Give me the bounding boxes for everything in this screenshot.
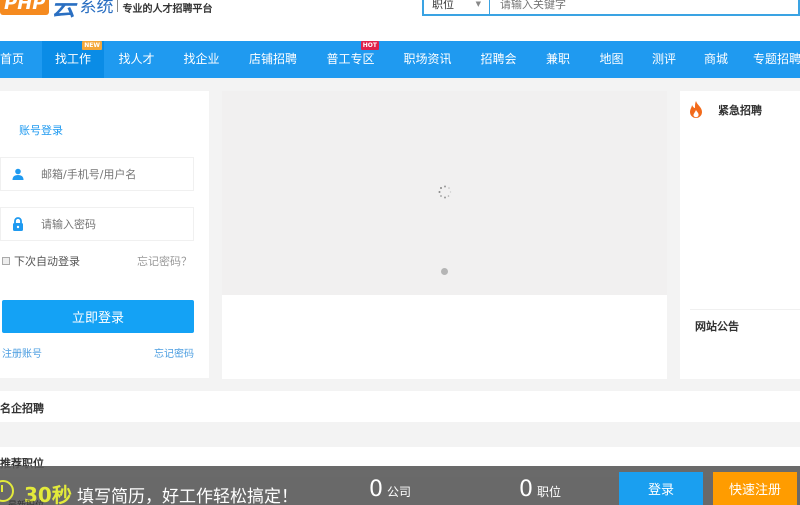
hot-badge: HOT [360,41,379,50]
urgent-jobs-header: 紧急招聘 [688,101,762,119]
main-nav: 首页 找工作 NEW 找人才 找企业 店铺招聘 普工专区 HOT 职场资讯 招聘会 兼职 地图 测评 商城… [0,41,800,78]
nav-item[interactable]: 找人才 [104,41,169,78]
site-header: PHP 云 系统 专业的人才招聘平台 职位 ▼ [0,0,800,41]
logo-system-text: 系统 [79,0,114,17]
banner-sub-area [222,295,667,379]
login-panel: 账号登录 下次自动登录 忘记密码？ 立即登录 注册账号 忘记密码 [0,91,209,378]
nav-item[interactable]: 专题招聘 [742,41,800,78]
forgot-password-link[interactable]: 忘记密码？ [137,253,192,269]
job-count: 0 职位 [519,477,561,502]
nav-item-label: 首页 [0,52,25,66]
promo-slogan: 填写简历，好工作轻松搞定！ [77,487,298,505]
fire-icon [690,101,702,118]
nav-item-label: 找工作 [54,52,91,66]
nav-item[interactable]: 首页 [0,41,36,78]
nav-item-label: 兼职 [545,52,570,66]
nav-item[interactable]: 找企业 [169,41,234,78]
nav-item-label: 普工专区 [326,52,375,66]
company-count-value: 0 [369,477,383,502]
user-icon [1,168,35,180]
nav-item[interactable]: 找工作 NEW [42,41,104,78]
search-input[interactable] [490,0,798,14]
nav-item[interactable]: 地图 [585,41,638,78]
site-logo[interactable]: PHP 云 系统 专业的人才招聘平台 [0,0,213,21]
login-title[interactable]: 账号登录 [19,122,63,138]
remember-me-checkbox[interactable]: 下次自动登录 [2,253,80,269]
logo-divider [117,0,119,12]
famous-companies-section: 名企招聘 [0,391,800,422]
latest-jobs-title: 最新职位 [8,498,44,505]
nav-item-label: 招聘会 [480,52,517,66]
nav-item[interactable]: 兼职 [531,41,585,78]
username-field[interactable] [0,157,194,191]
job-count-value: 0 [519,477,533,502]
nav-item-label: 找企业 [183,52,220,66]
password-field[interactable] [0,207,194,241]
nav-item[interactable]: 普工专区 HOT [312,41,389,78]
username-input[interactable] [41,167,181,181]
nav-item-label: 测评 [651,52,676,66]
site-notice-title: 网站公告 [695,320,739,333]
nav-item[interactable]: 测评 [638,41,690,78]
search-type-select[interactable]: 职位 ▼ [424,0,490,14]
banner-carousel[interactable] [222,91,667,295]
checkbox-box[interactable] [2,257,10,265]
urgent-jobs-title: 紧急招聘 [718,104,762,117]
right-panel: 紧急招聘 网站公告 [680,91,800,379]
quick-register-button[interactable]: 快速注册 [713,472,797,505]
company-count: 0 公司 [369,477,411,502]
logo-yun-mark: 云 [51,0,76,21]
password-input[interactable] [41,217,181,231]
chevron-down-icon: ▼ [475,0,481,8]
remember-me-label: 下次自动登录 [14,255,80,268]
new-badge: NEW [82,41,102,50]
nav-item[interactable]: 店铺招聘 [234,41,312,78]
nav-item-label: 职场资讯 [403,52,452,66]
logo-slogan: 专业的人才招聘平台 [122,3,213,15]
lock-icon [1,217,35,231]
job-count-unit: 职位 [537,485,562,499]
nav-item[interactable]: 商城 [690,41,742,78]
company-count-unit: 公司 [387,485,412,499]
nav-item[interactable]: 职场资讯 [389,41,466,78]
nav-item-label: 商城 [703,52,728,66]
nav-item-label: 店铺招聘 [248,52,297,66]
nav-item[interactable]: 招聘会 [466,41,531,78]
search-type-value: 职位 [432,0,454,11]
nav-item-label: 专题招聘 [752,52,800,66]
register-account-link[interactable]: 注册账号 [2,345,42,360]
famous-companies-title: 名企招聘 [0,402,44,415]
nav-item-label: 地图 [599,52,624,66]
divider [690,309,800,310]
carousel-dot-indicator[interactable] [441,268,448,275]
logo-php-mark: PHP [0,0,50,15]
forgot-password-link-bottom[interactable]: 忘记密码 [154,345,194,360]
loading-spinner-icon [438,185,452,199]
login-submit-button[interactable]: 立即登录 [2,300,194,333]
nav-item-label: 找人才 [118,52,155,66]
search-box: 职位 ▼ [422,0,800,16]
bottom-login-button[interactable]: 登录 [619,472,703,505]
